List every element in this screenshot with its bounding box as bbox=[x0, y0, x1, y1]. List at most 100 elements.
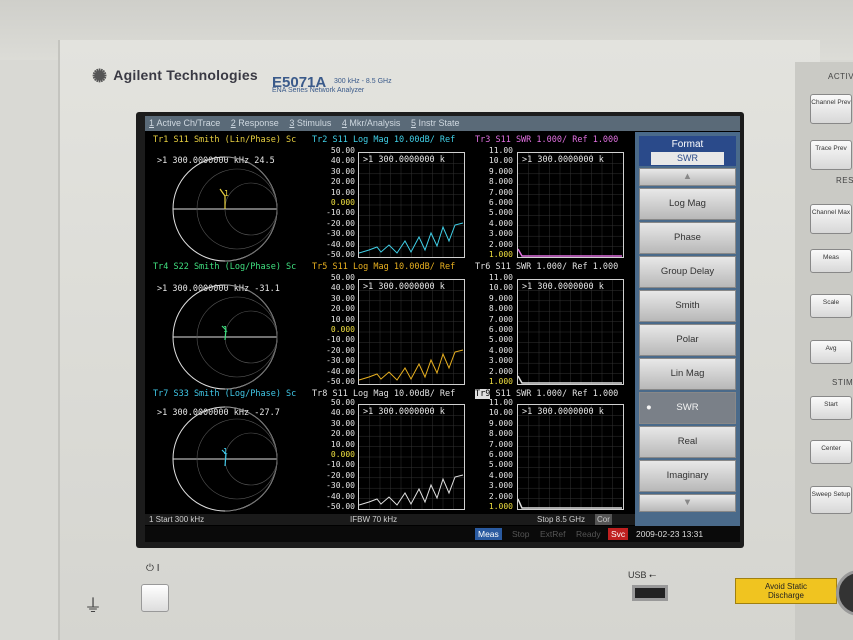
y-tick-label: 6.000 bbox=[488, 198, 513, 208]
y-tick-label: 9.000 bbox=[488, 418, 513, 428]
trace-title-tr2: Tr2 S11 Log Mag 10.00dB/ Ref bbox=[312, 135, 456, 145]
y-tick-label: 5.000 bbox=[488, 335, 513, 345]
y-tick-label: 2.000 bbox=[488, 239, 513, 249]
y-tick-label: 20.00 bbox=[330, 177, 355, 187]
softkey-smith[interactable]: Smith bbox=[639, 290, 736, 322]
y-tick-label: 0.000 bbox=[330, 198, 355, 208]
y-tick-label: -20.00 bbox=[326, 218, 355, 228]
softkey-scroll-up[interactable]: ▲ bbox=[639, 168, 736, 186]
trace-title-tr6: Tr6 S11 SWR 1.000/ Ref 1.000 bbox=[475, 262, 619, 272]
meas-key[interactable]: Meas bbox=[810, 249, 852, 273]
stop-frequency[interactable]: Stop 8.5 GHz bbox=[537, 514, 585, 525]
y-tick-label: -10.00 bbox=[326, 460, 355, 470]
start-key[interactable]: Start bbox=[810, 396, 852, 420]
softkey-log-mag[interactable]: Log Mag bbox=[639, 188, 736, 220]
softkey-group-delay[interactable]: Group Delay bbox=[639, 256, 736, 288]
instrument-status-bar: Meas Stop ExtRef Ready Svc 2009-02-23 13… bbox=[145, 526, 740, 542]
warning-line-1: Avoid Static bbox=[764, 582, 808, 591]
menu-instr-state[interactable]: 5 Instr State bbox=[411, 118, 460, 128]
start-frequency[interactable]: 1 Start 300 kHz bbox=[149, 514, 204, 525]
model-series: ENA Series Network Analyzer bbox=[272, 87, 365, 94]
y-tick-label: 4.000 bbox=[488, 345, 513, 355]
menu-mkr-analysis[interactable]: 4 Mkr/Analysis bbox=[342, 118, 401, 128]
section-active-label: ACTIVE bbox=[828, 72, 853, 81]
y-tick-label: -50.00 bbox=[326, 377, 355, 387]
plot-tr6: >1 300.0000000 k bbox=[517, 279, 624, 385]
y-ticks-tr3: 11.00 10.00 9.000 8.000 7.000 6.000 5.000 4.000… bbox=[475, 146, 513, 260]
marker-readout-tr3: >1 300.0000000 k bbox=[522, 155, 604, 165]
trace-display[interactable]: Tr1 S11 Smith (Lin/Phase) Sc Tr2 S11 Log… bbox=[145, 132, 635, 524]
y-tick-label: 30.00 bbox=[330, 166, 355, 176]
menu-bar: 1 Active Ch/Trace 2 Response 3 Stimulus … bbox=[145, 116, 740, 131]
usb-icon: ⭠ bbox=[649, 570, 657, 580]
y-tick-label: 9.000 bbox=[488, 166, 513, 176]
y-ticks-tr9: 11.00 10.00 9.000 8.000 7.000 6.000 5.000 4.000… bbox=[475, 398, 513, 512]
y-tick-label: -50.00 bbox=[326, 502, 355, 512]
softkey-polar[interactable]: Polar bbox=[639, 324, 736, 356]
y-tick-label: 0.000 bbox=[330, 325, 355, 335]
channel-prev-key[interactable]: Channel Prev bbox=[810, 94, 852, 124]
y-tick-label: 7.000 bbox=[488, 187, 513, 197]
y-tick-label: 20.00 bbox=[330, 429, 355, 439]
y-ticks-tr6: 11.00 10.00 9.000 8.000 7.000 6.000 5.000 4.000… bbox=[475, 273, 513, 387]
softkey-scroll-down[interactable]: ▼ bbox=[639, 494, 736, 512]
analyzer-screen: 1 Active Ch/Trace 2 Response 3 Stimulus … bbox=[145, 116, 740, 542]
menu-stimulus[interactable]: 3 Stimulus bbox=[289, 118, 331, 128]
y-tick-label: 9.000 bbox=[488, 293, 513, 303]
menu-active-ch-trace[interactable]: 1 Active Ch/Trace bbox=[149, 118, 220, 128]
usb-port[interactable] bbox=[632, 585, 668, 601]
y-tick-label: -30.00 bbox=[326, 481, 355, 491]
svg-text:1: 1 bbox=[224, 189, 229, 198]
y-tick-label: 40.00 bbox=[330, 408, 355, 418]
y-tick-label: 8.000 bbox=[488, 177, 513, 187]
avg-key[interactable]: Avg bbox=[810, 340, 852, 364]
status-svc: Svc bbox=[608, 528, 629, 540]
y-tick-label: -10.00 bbox=[326, 335, 355, 345]
smith-chart-tr7: 1 bbox=[172, 406, 278, 512]
scale-key[interactable]: Scale bbox=[810, 294, 852, 318]
sweep-setup-key[interactable]: Sweep Setup bbox=[810, 486, 852, 514]
trace-line-tr9 bbox=[518, 405, 623, 509]
section-response-label: RES bbox=[836, 176, 853, 185]
y-tick-label: 11.00 bbox=[488, 398, 513, 407]
y-tick-label: 5.000 bbox=[488, 208, 513, 218]
softkey-real[interactable]: Real bbox=[639, 426, 736, 458]
trace-prev-key[interactable]: Trace Prev bbox=[810, 140, 852, 170]
softkey-lin-mag[interactable]: Lin Mag bbox=[639, 358, 736, 390]
y-tick-label: -40.00 bbox=[326, 491, 355, 501]
y-tick-label: 1.000 bbox=[488, 377, 513, 387]
y-tick-label: 6.000 bbox=[488, 325, 513, 335]
y-tick-label: 10.00 bbox=[330, 439, 355, 449]
y-tick-label: -20.00 bbox=[326, 345, 355, 355]
softkey-swr[interactable]: ● SWR bbox=[639, 392, 736, 424]
power-button[interactable] bbox=[141, 584, 169, 612]
y-tick-label: 2.000 bbox=[488, 366, 513, 376]
y-tick-label: 30.00 bbox=[330, 418, 355, 428]
plot-tr8: >1 300.0000000 k bbox=[358, 404, 465, 510]
channel-max-key[interactable]: Channel Max bbox=[810, 204, 852, 234]
y-tick-label: 40.00 bbox=[330, 156, 355, 166]
marker-readout-tr6: >1 300.0000000 k bbox=[522, 282, 604, 292]
marker-readout-tr2: >1 300.0000000 k bbox=[363, 155, 445, 165]
softkey-imaginary[interactable]: Imaginary bbox=[639, 460, 736, 492]
y-tick-label: 7.000 bbox=[488, 439, 513, 449]
softkey-swr-label: SWR bbox=[676, 402, 699, 413]
y-tick-label: 8.000 bbox=[488, 304, 513, 314]
softkey-phase[interactable]: Phase bbox=[639, 222, 736, 254]
model-range: 300 kHz - 8.5 GHz bbox=[334, 78, 392, 85]
ifbw[interactable]: IFBW 70 kHz bbox=[350, 514, 397, 525]
menu-response[interactable]: 2 Response bbox=[231, 118, 279, 128]
y-tick-label: 8.000 bbox=[488, 429, 513, 439]
y-tick-label: -10.00 bbox=[326, 208, 355, 218]
y-tick-label: -30.00 bbox=[326, 356, 355, 366]
center-key[interactable]: Center bbox=[810, 440, 852, 464]
trace-line-tr6 bbox=[518, 280, 623, 384]
cor-indicator: Cor bbox=[595, 514, 612, 525]
ground-terminal-icon: ⏚ bbox=[84, 596, 102, 616]
y-tick-label: -40.00 bbox=[326, 239, 355, 249]
y-ticks-tr5: 50.00 40.00 30.00 20.00 10.00 0.000 -10.00 -20.… bbox=[315, 273, 355, 387]
y-tick-label: 0.000 bbox=[330, 450, 355, 460]
marker-readout-tr8: >1 300.0000000 k bbox=[363, 407, 445, 417]
brand-logo: ✺ Agilent Technologies bbox=[92, 66, 258, 87]
model-subtitle: 300 kHz - 8.5 GHz ENA Series Network Ana… bbox=[272, 77, 392, 95]
